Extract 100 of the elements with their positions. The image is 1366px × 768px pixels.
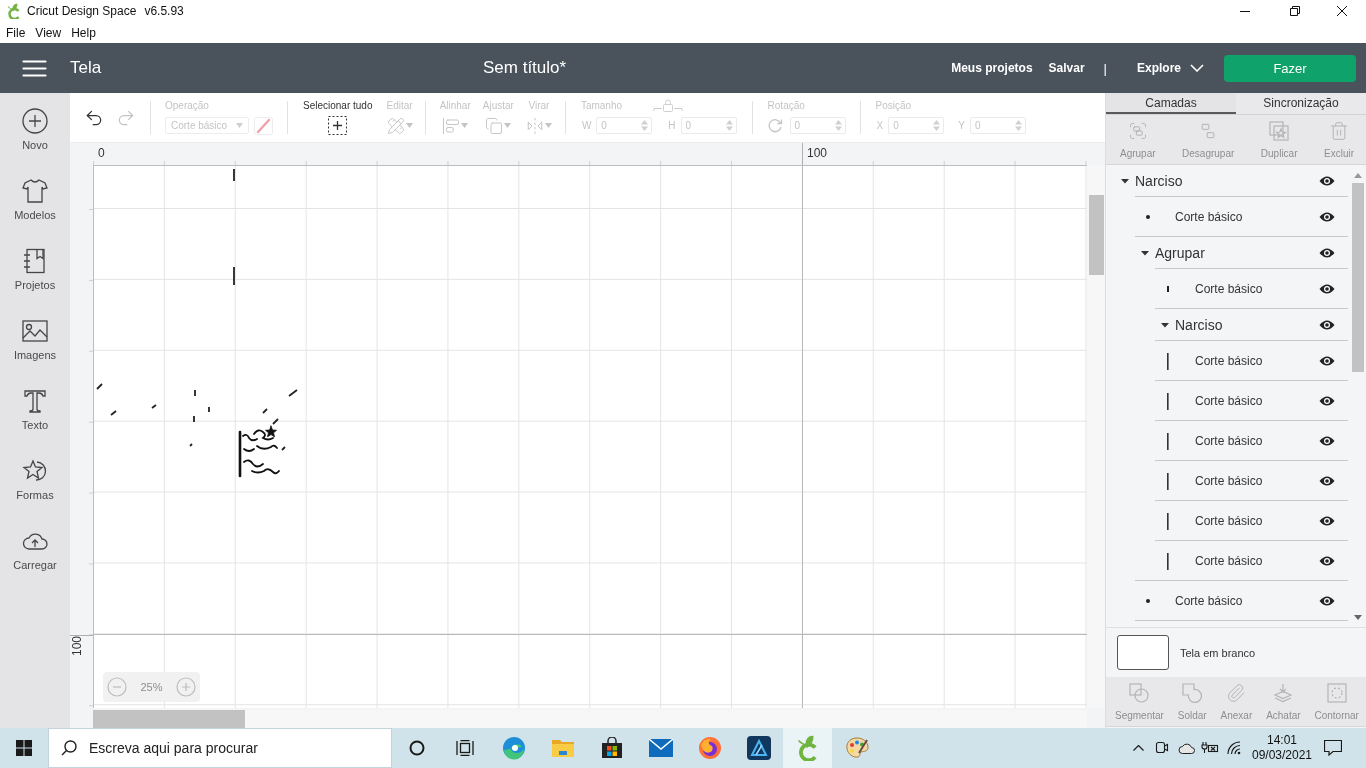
- shopping-bag-icon: [600, 737, 623, 759]
- menu-item[interactable]: Help: [71, 25, 96, 40]
- eye-icon[interactable]: [1319, 516, 1335, 526]
- notification-icon[interactable]: [1324, 740, 1342, 756]
- cut-line: [96, 383, 103, 390]
- wifi-icon[interactable]: [1227, 741, 1241, 755]
- task-view-icon[interactable]: [456, 740, 474, 756]
- sidebar-item[interactable]: Carregar: [0, 520, 70, 590]
- field-label: H: [668, 120, 676, 131]
- caret-icon: [504, 123, 512, 128]
- line-icon: [1167, 352, 1169, 370]
- document-title: Sem título*: [483, 58, 567, 78]
- flame-globe-icon: [697, 736, 722, 760]
- ring-icon[interactable]: [408, 740, 425, 756]
- line-icon: [1167, 432, 1169, 450]
- flower-sketch-drawing: [238, 425, 280, 478]
- field-label: W: [581, 120, 592, 131]
- clock-date[interactable]: 09/03/2021: [1251, 748, 1313, 763]
- flip-icon: [525, 116, 544, 135]
- video-camera-icon[interactable]: [1155, 741, 1169, 755]
- close-icon[interactable]: [1337, 6, 1347, 16]
- envelope-icon: [648, 739, 673, 757]
- cut-line: [233, 168, 235, 182]
- canvas-swatch-icon[interactable]: [1117, 635, 1169, 670]
- cut-line: [272, 418, 279, 425]
- sprout-logo-icon: [796, 735, 819, 761]
- canvas-label: Tela em branco: [1180, 646, 1256, 659]
- stacked-squares-icon: [485, 116, 504, 135]
- cut-line: [189, 443, 193, 447]
- header-link[interactable]: Salvar: [1048, 61, 1085, 75]
- eye-icon[interactable]: [1319, 596, 1335, 606]
- eye-icon[interactable]: [1319, 284, 1335, 294]
- copy-star-icon: [1269, 120, 1290, 141]
- menu-item[interactable]: File: [6, 25, 26, 40]
- position-label: Posição: [875, 100, 913, 112]
- select-all-button[interactable]: Selecionar tudo: [303, 100, 373, 135]
- eye-icon[interactable]: [1319, 556, 1335, 566]
- folder-icon: [550, 738, 575, 758]
- menu-item[interactable]: View: [35, 25, 62, 40]
- scroll-up-arrow-icon[interactable]: [1354, 173, 1362, 178]
- search-field[interactable]: Escreva aqui para procurar: [48, 728, 392, 768]
- clock-time[interactable]: 14:01: [1267, 733, 1297, 748]
- contour-frame-icon: [1326, 682, 1347, 703]
- text-t-icon: [22, 388, 48, 414]
- image-icon: [22, 318, 48, 344]
- scrollbar-thumb[interactable]: [1352, 183, 1364, 372]
- sidebar-item[interactable]: Texto: [0, 380, 70, 450]
- caret-icon[interactable]: [1141, 249, 1149, 257]
- explore-button[interactable]: Explore: [1137, 61, 1204, 75]
- tab[interactable]: Sincronização: [1236, 93, 1366, 114]
- cloud-icon[interactable]: [1177, 742, 1195, 754]
- caret-icon: [544, 123, 552, 128]
- zoom-level: 25%: [140, 681, 163, 693]
- cut-line: [194, 389, 196, 397]
- line-icon: [1167, 472, 1169, 490]
- group-icon: [1127, 120, 1148, 141]
- overlap-shapes-icon: [1129, 682, 1150, 703]
- notebook-icon: [22, 248, 48, 274]
- line-icon: [1167, 512, 1169, 530]
- menu-icon[interactable]: [22, 59, 47, 77]
- star-shape-icon: [22, 458, 48, 484]
- caret-icon: [461, 123, 469, 128]
- cut-line: [262, 408, 268, 414]
- eye-icon[interactable]: [1319, 476, 1335, 486]
- scrollbar-thumb[interactable]: [93, 710, 245, 728]
- scrollbar-thumb[interactable]: [1088, 195, 1104, 275]
- caret-icon[interactable]: [1161, 321, 1169, 329]
- scroll-down-arrow-icon[interactable]: [1354, 615, 1362, 620]
- sidebar-item[interactable]: Formas: [0, 450, 70, 520]
- eye-icon[interactable]: [1319, 320, 1335, 330]
- eye-icon[interactable]: [1319, 436, 1335, 446]
- start-icon[interactable]: [16, 740, 32, 756]
- caret-icon[interactable]: [1121, 177, 1129, 185]
- eye-icon[interactable]: [1319, 356, 1335, 366]
- eye-icon[interactable]: [1319, 212, 1335, 222]
- dot-icon: [1146, 599, 1150, 603]
- pencil-ruler-icon: [386, 116, 405, 135]
- header-link[interactable]: Meus projetos: [951, 61, 1033, 75]
- pen-swatch-icon[interactable]: [254, 116, 273, 135]
- layers-arrow-icon: [1273, 682, 1294, 703]
- dashed-square-plus-icon: [328, 116, 348, 135]
- eye-icon[interactable]: [1319, 248, 1335, 258]
- dash-icon: [1167, 286, 1169, 292]
- cut-line: [281, 446, 286, 451]
- sidebar-item[interactable]: Novo: [0, 100, 70, 170]
- eye-icon[interactable]: [1319, 396, 1335, 406]
- cut-line: [288, 389, 298, 397]
- restore-icon[interactable]: [1290, 6, 1300, 16]
- field-label: Y: [958, 120, 965, 131]
- eye-icon[interactable]: [1319, 176, 1335, 186]
- sidebar-item[interactable]: Projetos: [0, 240, 70, 310]
- battery-icon[interactable]: [1201, 742, 1219, 754]
- sidebar-item[interactable]: Imagens: [0, 310, 70, 380]
- caret-icon: [236, 123, 243, 128]
- cut-line: [208, 406, 210, 413]
- sidebar-item[interactable]: Modelos: [0, 170, 70, 240]
- chevron-up-icon[interactable]: [1132, 745, 1144, 751]
- merged-shapes-icon: [1182, 682, 1203, 703]
- operation-label: Operação: [165, 100, 210, 112]
- minimize-icon[interactable]: [1240, 10, 1250, 12]
